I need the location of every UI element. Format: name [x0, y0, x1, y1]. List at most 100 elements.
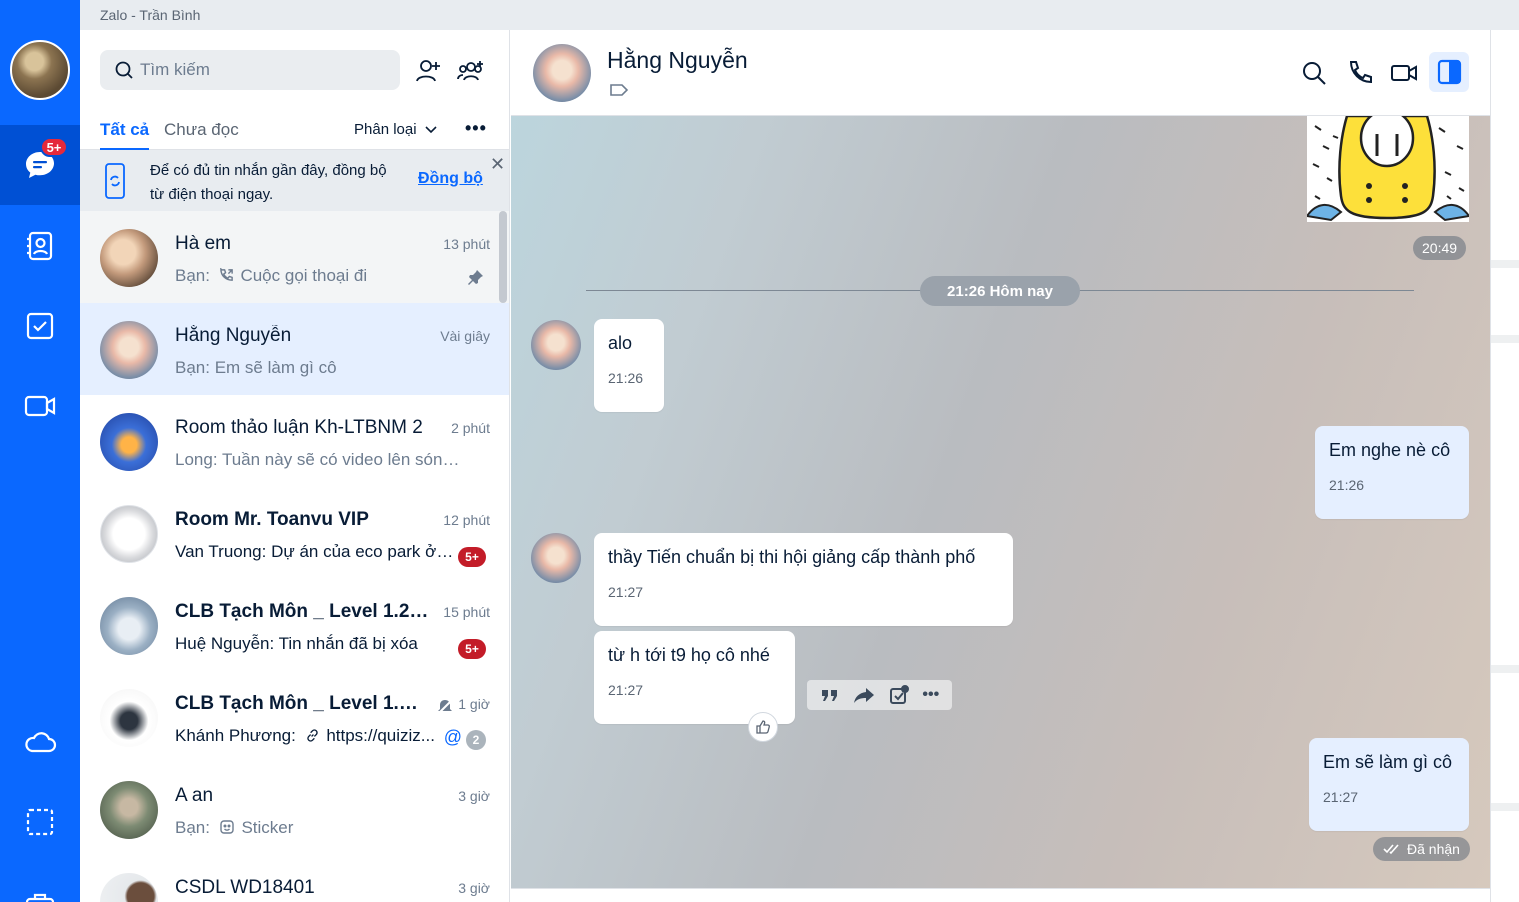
conversation-time: 3 giờ — [458, 788, 490, 804]
messages-badge: 5+ — [40, 137, 68, 157]
nav-video[interactable] — [0, 366, 80, 446]
avatar — [100, 321, 158, 379]
conversation-item[interactable]: Hà em 13 phút Bạn: Cuộc gọi thoại đi — [80, 211, 509, 303]
conversation-item[interactable]: CSDL WD18401 3 giờ — [80, 855, 509, 902]
classify-dropdown[interactable]: Phân loại — [354, 121, 439, 138]
avatar — [100, 781, 158, 839]
message-bubble[interactable]: từ h tới t9 họ cô nhé 21:27 — [594, 631, 795, 724]
nav-toolbox[interactable] — [0, 862, 80, 902]
avatar — [100, 229, 158, 287]
window-title: Zalo - Trần Bình — [100, 7, 201, 23]
nav-messages[interactable]: 5+ — [0, 125, 80, 205]
message-text: alo — [608, 333, 633, 353]
message-text: Em nghe nè cô — [1329, 440, 1451, 460]
add-friend-icon[interactable] — [414, 56, 444, 86]
search-input[interactable] — [140, 50, 390, 90]
nav-rail: 5+ — [0, 0, 80, 902]
panel-separator — [1491, 665, 1519, 673]
nav-contacts[interactable] — [0, 206, 80, 286]
sticker-image — [1307, 116, 1469, 222]
conversation-name: Hằng Nguyễn — [175, 325, 292, 346]
phone-icon[interactable] — [1345, 58, 1375, 88]
create-group-icon[interactable] — [456, 56, 486, 86]
tab-unread[interactable]: Chưa đọc — [164, 120, 239, 140]
message-bubble[interactable]: Em sẽ làm gì cô 21:27 — [1309, 738, 1469, 831]
conversation-name: A an — [175, 785, 214, 806]
conversation-preview: Huệ Nguyễn: Tin nhắn đã bị xóa — [175, 634, 418, 653]
message-bubble[interactable]: thầy Tiến chuẩn bị thi hội giảng cấp thà… — [594, 533, 1013, 626]
sender-avatar[interactable] — [531, 533, 581, 583]
close-icon[interactable]: ✕ — [490, 154, 505, 175]
conversation-item[interactable]: Hằng Nguyễn Vài giây Bạn: Em sẽ làm gì c… — [80, 303, 509, 395]
message-time: 21:27 — [608, 682, 644, 698]
message-bubble[interactable]: alo 21:26 — [594, 319, 664, 412]
search-icon[interactable] — [1299, 58, 1329, 88]
video-camera-icon — [24, 395, 56, 417]
conversation-item[interactable]: Room thảo luận Kh-LTBNM 2 2 phút Long: T… — [80, 395, 509, 487]
conversation-preview: Bạn: Cuộc gọi thoại đi — [175, 266, 368, 285]
conversation-preview: Khánh Phương: https://quiziz... — [175, 726, 435, 745]
message-text: từ h tới t9 họ cô nhé — [608, 645, 770, 665]
sticker-icon — [220, 820, 234, 834]
conversation-item[interactable]: Room Mr. Toanvu VIP 12 phút Van Truong: … — [80, 487, 509, 579]
conversation-time: 1 giờ — [458, 696, 490, 712]
conversation-item[interactable]: CLB Tạch Môn _ Level 1.1 (... 1 giờ Khán… — [80, 671, 509, 763]
conversation-time: 13 phút — [443, 236, 490, 252]
chat-title[interactable]: Hằng Nguyễn — [607, 47, 748, 74]
conversation-time: 2 phút — [451, 420, 490, 436]
reaction-button[interactable] — [748, 712, 778, 742]
count-badge: 2 — [466, 730, 486, 750]
panel-separator — [1491, 803, 1519, 811]
pin-icon — [468, 270, 483, 285]
sidebar-panel-icon — [1437, 59, 1462, 85]
conversation-item[interactable]: CLB Tạch Môn _ Level 1.2 (... 15 phút Hu… — [80, 579, 509, 671]
nav-cloud[interactable] — [0, 702, 80, 782]
title-bar: Zalo - Trần Bình — [80, 0, 1519, 30]
sync-link[interactable]: Đồng bộ — [418, 170, 483, 188]
double-check-icon — [1383, 844, 1399, 855]
user-avatar[interactable] — [10, 40, 70, 100]
composer-area[interactable] — [511, 888, 1490, 902]
more-options-icon[interactable]: ••• — [465, 118, 487, 139]
sender-avatar[interactable] — [531, 320, 581, 370]
avatar — [100, 873, 158, 902]
link-icon — [306, 729, 318, 742]
search-icon — [115, 61, 133, 79]
conversation-preview: Bạn: Em sẽ làm gì cô — [175, 358, 337, 377]
message-text: thầy Tiến chuẩn bị thi hội giảng cấp thà… — [608, 547, 976, 567]
conversation-preview: Bạn: Sticker — [175, 818, 294, 837]
avatar[interactable] — [533, 44, 591, 102]
date-divider-label: 21:26 Hôm nay — [920, 276, 1080, 306]
conversation-name: Room Mr. Toanvu VIP — [175, 509, 369, 530]
conversation-time: 3 giờ — [458, 880, 490, 896]
chat-header: Hằng Nguyễn — [511, 30, 1490, 116]
more-actions-icon[interactable]: ••• — [922, 686, 939, 704]
add-task-icon[interactable] — [889, 685, 909, 705]
toggle-panel-button[interactable] — [1429, 52, 1469, 92]
info-panel — [1490, 30, 1519, 902]
avatar — [100, 413, 158, 471]
nav-todo[interactable] — [0, 286, 80, 366]
message-bubble[interactable]: Em nghe nè cô 21:26 — [1315, 426, 1469, 519]
conversation-item[interactable]: A an 3 giờ Bạn: Sticker — [80, 763, 509, 855]
briefcase-icon — [25, 893, 55, 902]
conversation-name: CLB Tạch Môn _ Level 1.2 (... — [175, 601, 430, 622]
forward-icon[interactable] — [853, 686, 875, 704]
filter-tabs: Tất cả Chưa đọc Phân loại ••• — [80, 110, 509, 150]
message-actions: ••• — [807, 680, 952, 710]
conversation-name: CLB Tạch Môn _ Level 1.1 (... — [175, 693, 425, 714]
conversation-time: 12 phút — [443, 512, 490, 528]
video-call-icon[interactable] — [1389, 58, 1419, 88]
sidebar-scrollbar[interactable] — [499, 211, 507, 303]
nav-screenshot[interactable] — [0, 782, 80, 862]
message-time: 21:26 — [608, 370, 644, 386]
search-box[interactable] — [100, 50, 400, 90]
tab-all[interactable]: Tất cả — [100, 120, 150, 150]
tag-icon[interactable] — [609, 82, 629, 98]
quote-icon[interactable] — [820, 686, 840, 704]
contacts-icon — [27, 231, 53, 261]
panel-separator — [1491, 335, 1519, 343]
chat-messages-area: 20:49 21:26 Hôm nay alo 21:26 Em nghe nè… — [511, 116, 1490, 888]
conversation-preview: Van Truong: Dự án của eco park ở ... — [175, 542, 455, 561]
panel-separator — [1491, 260, 1519, 268]
